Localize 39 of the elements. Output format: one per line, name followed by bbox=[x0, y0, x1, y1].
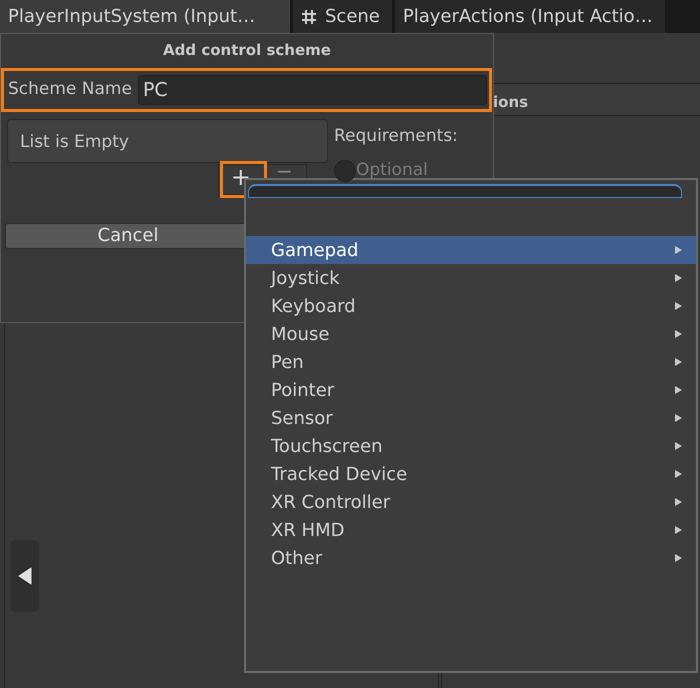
radio-button[interactable] bbox=[334, 160, 356, 182]
submenu-arrow-icon bbox=[675, 442, 682, 450]
tab[interactable]: PlayerInputSystem (Input… bbox=[0, 0, 290, 33]
menu-item[interactable]: XR Controller bbox=[246, 488, 696, 516]
submenu-arrow-icon bbox=[675, 470, 682, 478]
scheme-name-field[interactable]: PC bbox=[138, 75, 487, 105]
search-field[interactable] bbox=[248, 184, 682, 198]
dialog-title: Add control scheme bbox=[162, 40, 332, 61]
menu-item[interactable]: Keyboard bbox=[246, 292, 696, 320]
tab[interactable]: Scene bbox=[293, 0, 392, 33]
option-label: Optional bbox=[356, 159, 428, 182]
submenu-arrow-icon bbox=[675, 414, 682, 422]
field-label: Scheme Name bbox=[8, 78, 132, 102]
submenu-arrow-icon bbox=[675, 358, 682, 366]
submenu-arrow-icon bbox=[675, 554, 682, 562]
device-list-field[interactable]: List is Empty bbox=[7, 119, 328, 163]
menu-item[interactable]: Pointer bbox=[246, 376, 696, 404]
left-arrow-icon bbox=[18, 567, 32, 585]
menu-item[interactable]: Mouse bbox=[246, 320, 696, 348]
submenu-arrow-icon bbox=[675, 386, 682, 394]
submenu-arrow-icon bbox=[675, 498, 682, 506]
menu-item[interactable]: Other bbox=[246, 544, 696, 572]
submenu-arrow-icon bbox=[675, 330, 682, 338]
menu-item[interactable]: Sensor bbox=[246, 404, 696, 432]
menu-item[interactable]: Touchscreen bbox=[246, 432, 696, 460]
menu-item[interactable]: Joystick bbox=[246, 264, 696, 292]
menu-item[interactable]: Tracked Device bbox=[246, 460, 696, 488]
grid-icon bbox=[301, 8, 317, 24]
menu-item[interactable]: Pen bbox=[246, 348, 696, 376]
tab[interactable]: PlayerActions (Input Actio… bbox=[394, 0, 665, 33]
submenu-arrow-icon bbox=[675, 246, 682, 254]
menu-item[interactable]: XR HMD bbox=[246, 516, 696, 544]
add-button[interactable]: + bbox=[219, 165, 262, 189]
submenu-arrow-icon bbox=[675, 526, 682, 534]
submenu-arrow-icon bbox=[675, 274, 682, 282]
requirements-label: Requirements: bbox=[334, 125, 458, 148]
menu-item[interactable]: Gamepad bbox=[246, 236, 696, 264]
submenu-arrow-icon bbox=[675, 302, 682, 310]
collapse-button[interactable] bbox=[10, 540, 39, 612]
